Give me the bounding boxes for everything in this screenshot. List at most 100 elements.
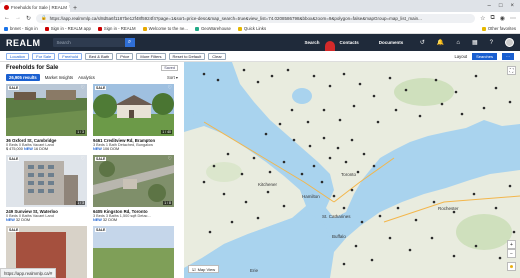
search-button[interactable]: ⌕: [124, 38, 135, 47]
bookmark-icon: [97, 26, 102, 31]
browser-tab-active[interactable]: Freeholds for Sale | REALM ×: [0, 2, 70, 12]
listing-status: NEW: [93, 147, 102, 151]
city-label-st-catharines: St. Catharines: [322, 214, 351, 219]
listing-photo[interactable]: SALE ♡ 1 / 40: [93, 84, 174, 136]
listing-grid: SALE ♡ 1 / 3 36 Oxford St, Cambridge 0 B…: [0, 82, 184, 278]
listing-photo[interactable]: SALE ♡ 1 / 3: [6, 155, 87, 207]
city-label-hamilton: Hamilton: [302, 194, 320, 199]
layout-dropdown[interactable]: Layout: [455, 54, 468, 59]
minimize-icon[interactable]: –: [488, 3, 491, 9]
history-icon[interactable]: ↺: [420, 39, 425, 46]
realm-logo[interactable]: REALM: [6, 38, 41, 48]
building-photo: [6, 155, 87, 207]
notifications-icon[interactable]: 🔔: [437, 39, 444, 46]
filter-freehold[interactable]: Freehold: [58, 52, 83, 60]
filter-right: Layout Searches ⋯: [455, 52, 514, 60]
aerial-photo: [93, 155, 174, 207]
reset-default-button[interactable]: Reset to Default: [168, 52, 206, 60]
profile-icon[interactable]: ◉: [500, 15, 505, 22]
favorite-heart-icon[interactable]: ♡: [168, 85, 172, 91]
bookmark-item[interactable]: Welcome to the ne...: [142, 26, 188, 31]
listing-status: NEW: [23, 147, 33, 151]
grid-icon[interactable]: ▦: [472, 39, 478, 46]
url-field[interactable]: 🔒 https://app.realmmlp.ca/s/8d5a6f1187be…: [36, 13, 476, 23]
days-on-market: 32 DOM: [102, 218, 118, 222]
listing-card[interactable]: SALE ♡ 1 / 3 36 Oxford St, Cambridge 0 B…: [6, 84, 87, 151]
home-icon[interactable]: ⌂: [456, 40, 460, 46]
favorite-heart-icon[interactable]: ♡: [81, 156, 85, 162]
listing-price-row: $ 475,000 NEW 16 DOM: [6, 147, 87, 151]
map-view[interactable]: Toronto Kitchener Hamilton St. Catharine…: [184, 62, 520, 278]
filter-location[interactable]: Location: [6, 52, 30, 60]
listing-photo[interactable]: SALE ♡ 1 / 3: [6, 84, 87, 136]
listing-tag: SALE: [95, 86, 107, 90]
days-on-market: 106 DOM: [102, 147, 120, 151]
help-icon[interactable]: ?: [490, 40, 493, 46]
city-label-kitchener: Kitchener: [258, 182, 278, 187]
city-label-rochester: Rochester: [438, 206, 459, 211]
tab-label: Freeholds for Sale | REALM: [11, 4, 67, 10]
list-header: Freeholds for Sale Saved: [0, 62, 184, 73]
maximize-icon[interactable]: □: [499, 3, 503, 9]
listing-card[interactable]: SALE ♡ 1 / 40 9461 Creditview Rd, Brampt…: [93, 84, 174, 151]
results-panel: Freeholds for Sale Saved 26,905 results …: [0, 62, 184, 278]
vacant-land-photo: [6, 84, 87, 136]
filter-for-sale[interactable]: For Sale: [32, 52, 56, 60]
filter-price[interactable]: Price: [116, 52, 134, 60]
filter-bed-bath[interactable]: Bed & Bath: [85, 52, 114, 60]
collections-icon[interactable]: ⧉: [490, 15, 494, 22]
new-tab-icon[interactable]: +: [70, 5, 80, 12]
listing-photo[interactable]: SALE ♡ 1 / 8: [93, 155, 174, 207]
nav-search-link[interactable]: Search: [305, 40, 320, 45]
nav-links: Search Contacts Documents: [305, 40, 404, 45]
favorite-star-icon[interactable]: ☆: [480, 15, 485, 22]
filter-more[interactable]: More Filters: [136, 52, 166, 60]
city-label-erie: Erie: [250, 268, 258, 273]
close-window-icon[interactable]: ×: [510, 3, 514, 9]
refresh-icon[interactable]: ↻: [26, 15, 31, 22]
zoom-in-button[interactable]: +: [507, 240, 516, 249]
forward-icon[interactable]: →: [15, 15, 21, 21]
saved-button[interactable]: Saved: [161, 64, 178, 71]
bookmark-item[interactable]: GeoWarehouse: [194, 26, 231, 31]
more-options-button[interactable]: ⋯: [502, 52, 514, 60]
listing-card[interactable]: SALE ♡ 1 / 3 249 Sunview St, Waterloo 0 …: [6, 155, 87, 222]
photo-count: 1 / 40: [161, 130, 172, 134]
bookmark-item[interactable]: Quick Links: [237, 26, 266, 31]
search-input[interactable]: Search: [52, 38, 125, 47]
other-favorites[interactable]: Other favorites: [481, 26, 516, 31]
map-view-toggle[interactable]: ☑ Map View: [188, 265, 220, 273]
searches-button[interactable]: Searches: [472, 52, 497, 60]
nav-contacts-link[interactable]: Contacts: [340, 40, 359, 45]
sort-dropdown[interactable]: Sort ▾: [167, 75, 178, 80]
results-count-tab[interactable]: 26,905 results: [6, 74, 40, 81]
street-view-icon[interactable]: ☻: [507, 262, 516, 271]
bookmark-item[interactable]: bnnet - Sign in: [4, 26, 38, 31]
tab-market-insights[interactable]: Market Insights: [45, 75, 73, 80]
favorite-heart-icon[interactable]: ♡: [168, 156, 172, 162]
more-icon[interactable]: ⋯: [510, 15, 516, 22]
listing-price-row: NEW 32 DOM: [6, 218, 87, 222]
listing-card[interactable]: SALE: [93, 226, 174, 278]
avatar[interactable]: [505, 38, 514, 47]
bookmark-icon: [4, 26, 8, 31]
bookmark-item[interactable]: Sign in - REALM: [97, 26, 136, 31]
listing-photo[interactable]: SALE: [93, 226, 174, 278]
fullscreen-button[interactable]: ⛶: [507, 66, 516, 75]
bookmark-item[interactable]: Sign in - REALM app: [44, 26, 91, 31]
bookmark-icon: [142, 26, 147, 31]
list-tabs: 26,905 results Market Insights Analytics…: [0, 73, 184, 82]
tab-analytics[interactable]: Analytics: [78, 75, 95, 80]
favorite-heart-icon[interactable]: ♡: [81, 85, 85, 91]
back-icon[interactable]: ←: [4, 15, 10, 21]
clear-button[interactable]: Clear: [208, 52, 226, 60]
zoom-out-button[interactable]: −: [507, 249, 516, 258]
nav-documents-link[interactable]: Documents: [379, 40, 404, 45]
sort-label: Sort: [167, 75, 175, 80]
listing-tag: SALE: [8, 228, 20, 232]
listing-tag: SALE: [8, 157, 20, 161]
listing-card[interactable]: SALE ♡ 1 / 8 6405 Kingston Rd, Toronto 3…: [93, 155, 174, 222]
photo-count: 1 / 3: [76, 201, 85, 205]
days-on-market: 32 DOM: [15, 218, 31, 222]
window-controls: – □ ×: [488, 0, 520, 12]
